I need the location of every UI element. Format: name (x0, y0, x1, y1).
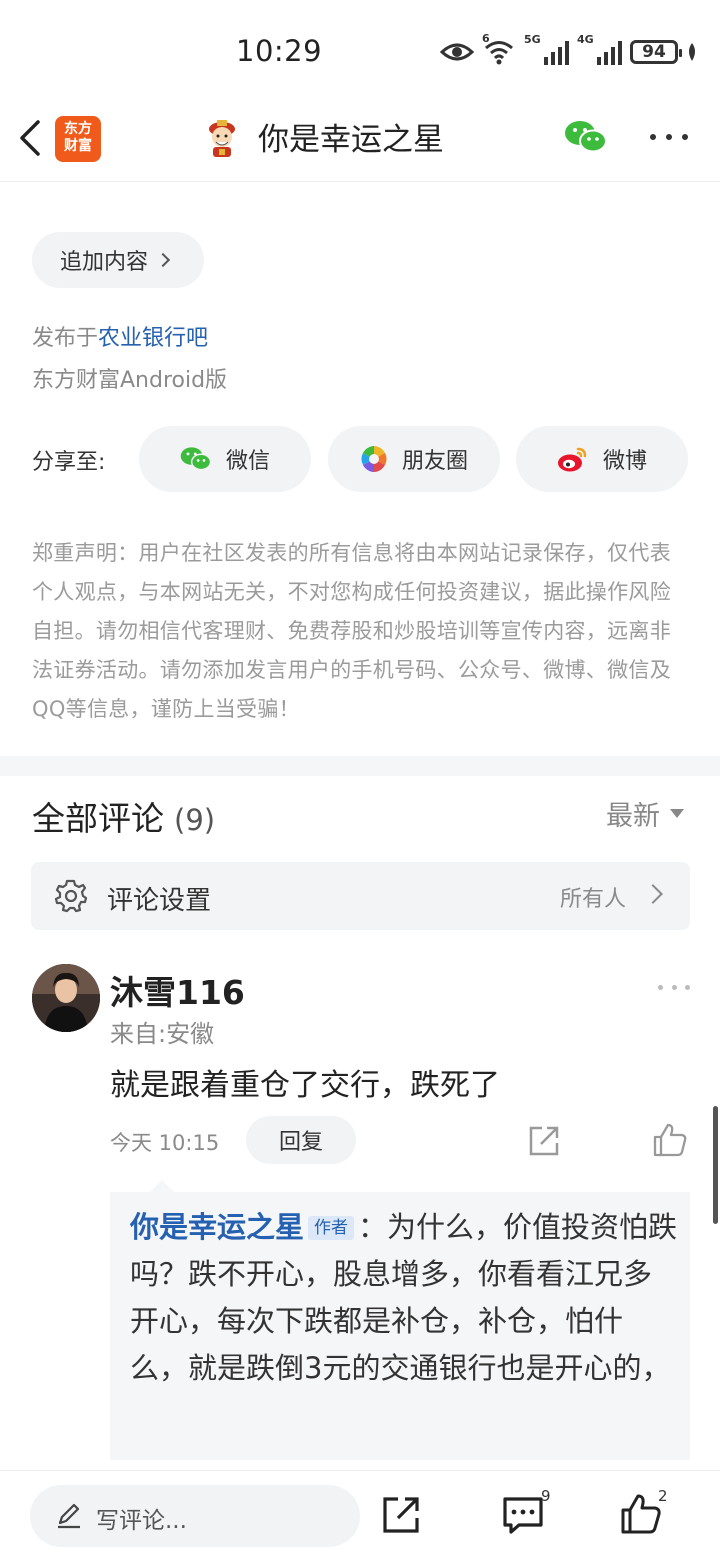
page-title: 你是幸运之星 (258, 122, 444, 158)
share-moments-button[interactable]: 朋友圈 (328, 426, 500, 492)
more-options-button[interactable] (650, 134, 688, 142)
sort-dropdown[interactable]: 最新 (606, 794, 684, 833)
author-badge: 作者 (308, 1216, 355, 1240)
published-in: 发布于农业银行吧 (32, 326, 209, 351)
pencil-icon (58, 1503, 80, 1529)
thumbs-up-icon[interactable] (652, 1122, 688, 1158)
bottom-bar: 写评论... 9 2 (0, 1470, 720, 1560)
comment-text: 就是跟着重仓了交行，跌死了 (110, 1068, 500, 1103)
thumbs-up-icon[interactable] (620, 1493, 662, 1535)
eye-icon (440, 43, 474, 61)
author-reply: 你是幸运之星 作者 ：为什么，价值投资怕跌吗？跌不开心，股息增多，你看看江兄多开心，… (110, 1180, 690, 1460)
status-bar: 10:29 6 5G 4G 94 (0, 0, 720, 100)
share-row: 分享至: 微信 朋友圈 微博 (32, 426, 692, 492)
comment-more-button[interactable] (658, 985, 690, 991)
scrollbar[interactable] (713, 1106, 718, 1224)
share-icon[interactable] (527, 1124, 561, 1158)
reply-button[interactable]: 回复 (246, 1116, 356, 1164)
share-icon[interactable] (381, 1495, 421, 1535)
disclaimer-text: 郑重声明：用户在社区发表的所有信息将由本网站记录保存，仅代表个人观点，与本网站无… (32, 541, 671, 721)
share-wechat-button[interactable]: 微信 (139, 426, 311, 492)
moments-icon (361, 446, 387, 472)
comment-settings-label: 评论设置 (107, 886, 212, 916)
status-icons: 6 5G 4G 94 (440, 32, 698, 68)
signal-4g-icon: 4G (577, 33, 622, 65)
write-comment-input[interactable]: 写评论... (30, 1485, 360, 1547)
chevron-right-icon (643, 884, 663, 904)
reply-author[interactable]: 你是幸运之星 (130, 1210, 304, 1244)
like-count-badge: 2 (658, 1487, 668, 1505)
wechat-icon (180, 447, 212, 471)
gear-icon (54, 879, 88, 913)
dropdown-triangle-icon (670, 809, 684, 818)
wifi-icon: 6 (482, 32, 516, 66)
reply-content: 你是幸运之星 作者 ：为什么，价值投资怕跌吗？跌不开心，股息增多，你看看江兄多开心，… (130, 1204, 678, 1392)
comment-icon[interactable] (501, 1495, 545, 1535)
section-divider (0, 756, 720, 776)
battery-icon: 94 (630, 40, 682, 64)
comments-title: 全部评论 (9) (32, 799, 216, 838)
avatar[interactable] (32, 964, 100, 1032)
status-time: 10:29 (236, 34, 323, 68)
leaf-icon (689, 43, 695, 61)
signal-5g-icon: 5G (524, 33, 569, 65)
wechat-share-icon[interactable] (564, 118, 608, 156)
comment-settings-value: 所有人 (559, 887, 626, 912)
chevron-right-icon (155, 252, 171, 268)
append-content-button[interactable]: 追加内容 (32, 232, 204, 288)
back-button[interactable] (14, 116, 48, 160)
comment-settings-row[interactable]: 评论设置 所有人 (31, 862, 690, 930)
comments-count: (9) (174, 803, 216, 837)
share-weibo-button[interactable]: 微博 (516, 426, 688, 492)
weibo-icon (557, 447, 587, 472)
nav-bar: 东方 财富 你是幸运之星 (0, 100, 720, 182)
comment-time: 今天 10:15 (110, 1131, 220, 1155)
share-label: 分享至: (32, 450, 106, 475)
comment-count-badge: 9 (541, 1487, 551, 1505)
app-logo[interactable]: 东方 财富 (55, 116, 101, 162)
commenter-name[interactable]: 沐雪116 (110, 966, 245, 1014)
author-avatar-icon[interactable] (203, 118, 241, 158)
commenter-location: 来自:安徽 (110, 1020, 215, 1048)
forum-link[interactable]: 农业银行吧 (98, 326, 208, 351)
post-source: 东方财富Android版 (32, 368, 228, 393)
